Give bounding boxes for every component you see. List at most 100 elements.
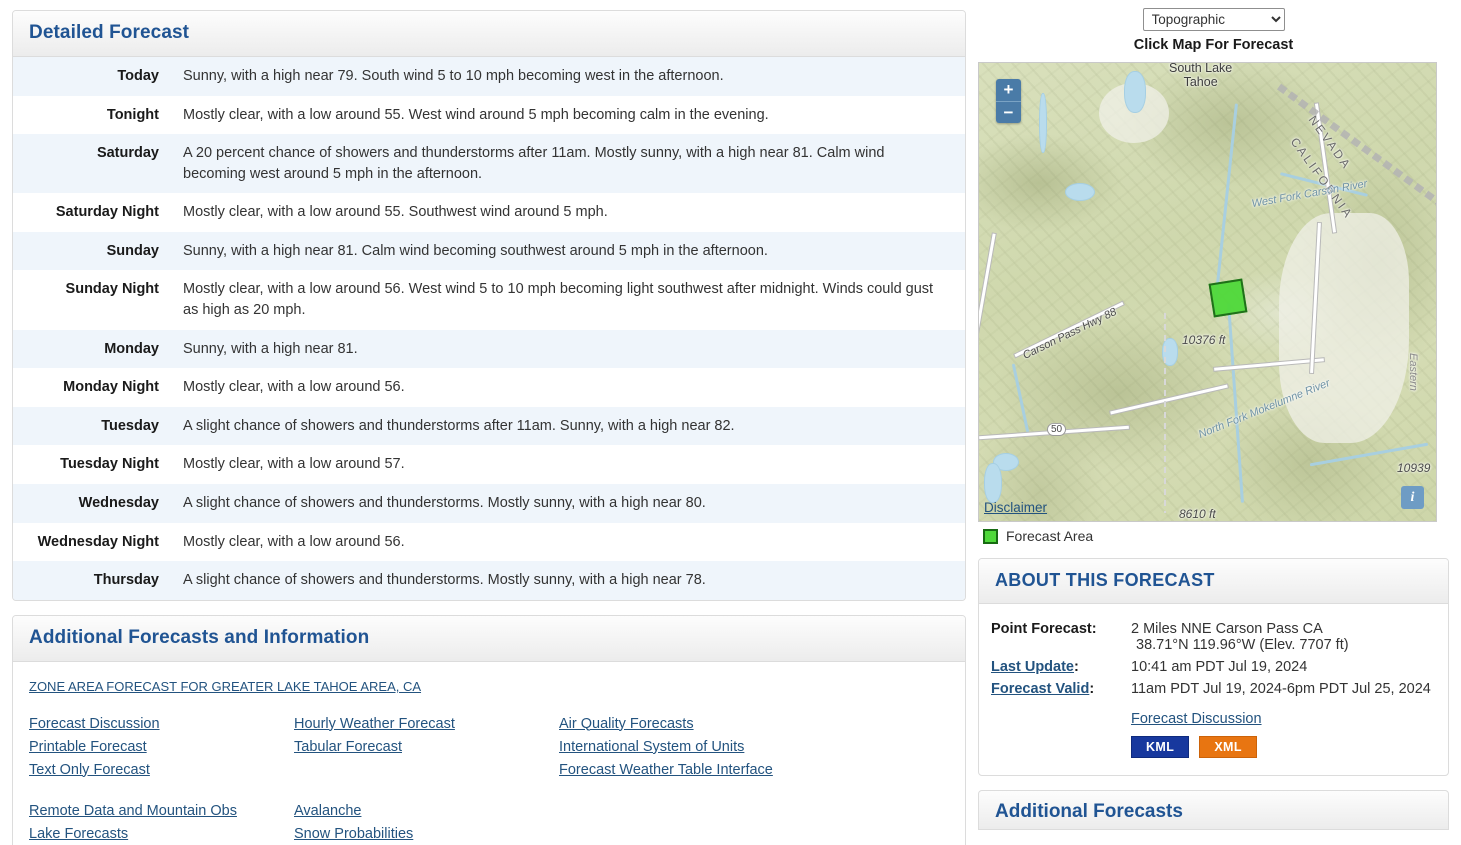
table-row: Tuesday A slight chance of showers and th… (13, 406, 965, 446)
additional-link[interactable]: Snow Probabilities (294, 826, 559, 842)
right-column: Topographic Click Map For Forecast South… (978, 0, 1461, 845)
map-type-select[interactable]: Topographic (1142, 8, 1285, 31)
point-forecast-value: 2 Miles NNE Carson Pass CA 38.71°N 119.9… (1131, 618, 1431, 656)
forecast-area-legend-label: Forecast Area (1006, 528, 1094, 544)
links-column-1: Forecast Discussion Printable Forecast Tex… (29, 716, 294, 785)
page-title: Detailed Forecast (29, 22, 190, 43)
map-label-elev-10939: 10939 (1397, 461, 1431, 475)
last-update-label: Last Update: (991, 659, 1079, 675)
download-badges: KML XML (1131, 736, 1431, 758)
table-row: Saturday A 20 percent chance of showers a… (13, 134, 965, 194)
additional-link[interactable]: Printable Forecast (29, 739, 294, 755)
links-column-2b: Avalanche Snow Probabilities (294, 803, 559, 845)
about-table: Point Forecast: 2 Miles NNE Carson Pass … (991, 618, 1431, 761)
weather-forecast-page: Detailed Forecast Today Sunny, with a hig… (0, 0, 1461, 845)
forecast-valid-label: Forecast Valid: (991, 681, 1095, 697)
forecast-period-label: Saturday (96, 145, 159, 162)
forecast-period-label: Sunday (106, 242, 159, 259)
map-label-eastern: Eastern (1407, 353, 1419, 391)
table-row: Last Update: 10:41 am PDT Jul 19, 2024 (991, 656, 1431, 678)
about-this-forecast-panel: ABOUT THIS FORECAST Point Forecast: 2 Mi… (978, 558, 1449, 776)
about-this-forecast-body: Point Forecast: 2 Miles NNE Carson Pass … (979, 604, 1448, 775)
additional-link[interactable]: Avalanche (294, 803, 559, 819)
forecast-discussion-cell: Forecast Discussion KML XML (1131, 700, 1431, 761)
click-map-prompt: Click Map For Forecast (1133, 37, 1294, 53)
forecast-period-label: Wednesday Night (37, 533, 159, 550)
about-this-forecast-header: ABOUT THIS FORECAST (979, 559, 1448, 604)
additional-link[interactable]: International System of Units (559, 739, 859, 755)
point-forecast-label: Point Forecast: (991, 621, 1097, 637)
additional-forecasts-panel: Additional Forecasts and Information ZON… (12, 614, 966, 845)
forecast-period-label: Monday (104, 340, 159, 357)
additional-forecasts-body: ZONE AREA FORECAST FOR GREATER LAKE TAHO… (13, 662, 965, 845)
zoom-out-button[interactable]: − (996, 101, 1021, 123)
last-update-link[interactable]: Last Update (991, 659, 1074, 675)
additional-link[interactable]: Remote Data and Mountain Obs (29, 803, 294, 819)
map-lake-6 (984, 463, 1002, 503)
forecast-period-text: A slight chance of showers and thunderst… (183, 572, 706, 589)
additional-link[interactable]: Lake Forecasts (29, 826, 294, 842)
forecast-period-text: Mostly clear, with a low around 56. (183, 379, 405, 396)
table-row: Saturday Night Mostly clear, with a low a… (13, 193, 965, 232)
map-legend: Forecast Area (983, 528, 1449, 544)
last-update-value: 10:41 am PDT Jul 19, 2024 (1131, 659, 1308, 675)
forecast-period-text: Sunny, with a high near 81. (183, 340, 358, 357)
forecast-discussion-link[interactable]: Forecast Discussion (1131, 711, 1262, 727)
table-row: Monday Sunny, with a high near 81. (13, 329, 965, 369)
map-label-south-lake-tahoe: South Lake Tahoe (1169, 62, 1233, 89)
additional-link[interactable]: Air Quality Forecasts (559, 716, 859, 732)
forecast-valid-value: 11am PDT Jul 19, 2024-6pm PDT Jul 25, 20… (1131, 681, 1431, 697)
forecast-area-polygon[interactable] (1208, 278, 1248, 318)
spacer-cell (991, 700, 1131, 761)
forecast-period-label: Saturday Night (55, 204, 159, 221)
forecast-period-label: Sunday Night (65, 281, 159, 298)
forecast-period-label: Tuesday Night (60, 456, 159, 473)
map-label-elev-10376: 10376 ft (1182, 333, 1226, 347)
zone-area-forecast-link[interactable]: ZONE AREA FORECAST FOR GREATER LAKE TAHO… (29, 679, 421, 694)
map-lake-2 (1124, 71, 1146, 113)
links-column-3b (559, 803, 859, 845)
forecast-period-text: Sunny, with a high near 81. Calm wind be… (183, 242, 768, 259)
table-row: Thursday A slight chance of showers and t… (13, 561, 965, 600)
forecast-map[interactable]: South Lake Tahoe NEVADA CALIFORNIA West F… (978, 62, 1437, 522)
forecast-period-text: Mostly clear, with a low around 55. Sout… (183, 204, 608, 221)
table-row: Wednesday A slight chance of showers and … (13, 483, 965, 523)
forecast-period-text: A 20 percent chance of showers and thund… (183, 145, 885, 182)
map-zoom-controls[interactable]: + − (996, 79, 1021, 123)
xml-button[interactable]: XML (1199, 736, 1257, 758)
detailed-forecast-panel: Detailed Forecast Today Sunny, with a hig… (12, 10, 966, 601)
additional-link[interactable]: Forecast Discussion (29, 716, 294, 732)
forecast-area-swatch (983, 528, 998, 544)
map-valley-flat (1279, 213, 1409, 443)
additional-forecasts-title: Additional Forecasts and Information (29, 626, 370, 648)
map-lake-3 (1065, 183, 1095, 201)
kml-button[interactable]: KML (1131, 736, 1190, 758)
additional-link[interactable]: Forecast Weather Table Interface (559, 762, 859, 778)
map-type-select-row: Topographic (978, 8, 1449, 31)
about-this-forecast-title: ABOUT THIS FORECAST (995, 570, 1215, 590)
point-forecast-place: 2 Miles NNE Carson Pass CA (1131, 621, 1323, 637)
table-row: Forecast Valid: 11am PDT Jul 19, 2024-6p… (991, 678, 1431, 700)
forecast-period-label: Thursday (93, 572, 159, 589)
additional-link[interactable]: Hourly Weather Forecast (294, 716, 559, 732)
map-lake-7 (1039, 93, 1047, 153)
table-row: Wednesday Night Mostly clear, with a low … (13, 522, 965, 562)
table-row: Forecast Discussion KML XML (991, 700, 1431, 761)
forecast-valid-link[interactable]: Forecast Valid (991, 681, 1089, 697)
additional-forecasts-header: Additional Forecasts and Information (13, 615, 965, 662)
map-label-hwy-50: 50 (1047, 423, 1067, 436)
table-row: Today Sunny, with a high near 79. South w… (13, 57, 965, 96)
table-row: Tuesday Night Mostly clear, with a low ar… (13, 445, 965, 484)
forecast-period-text: A slight chance of showers and thunderst… (183, 494, 706, 511)
map-disclaimer-link[interactable]: Disclaimer (984, 500, 1047, 515)
links-column-1b: Remote Data and Mountain Obs Lake Forecas… (29, 803, 294, 845)
forecast-period-text: Sunny, with a high near 79. South wind 5… (183, 68, 724, 84)
map-info-icon[interactable]: i (1401, 486, 1424, 509)
zoom-in-button[interactable]: + (996, 79, 1021, 101)
forecast-period-label: Tuesday (101, 417, 159, 434)
additional-link[interactable]: Text Only Forecast (29, 762, 294, 778)
table-row: Monday Night Mostly clear, with a low aro… (13, 368, 965, 407)
additional-link[interactable]: Tabular Forecast (294, 739, 559, 755)
detailed-forecast-header: Detailed Forecast (13, 11, 965, 57)
map-label-elev-8610: 8610 ft (1179, 507, 1216, 521)
